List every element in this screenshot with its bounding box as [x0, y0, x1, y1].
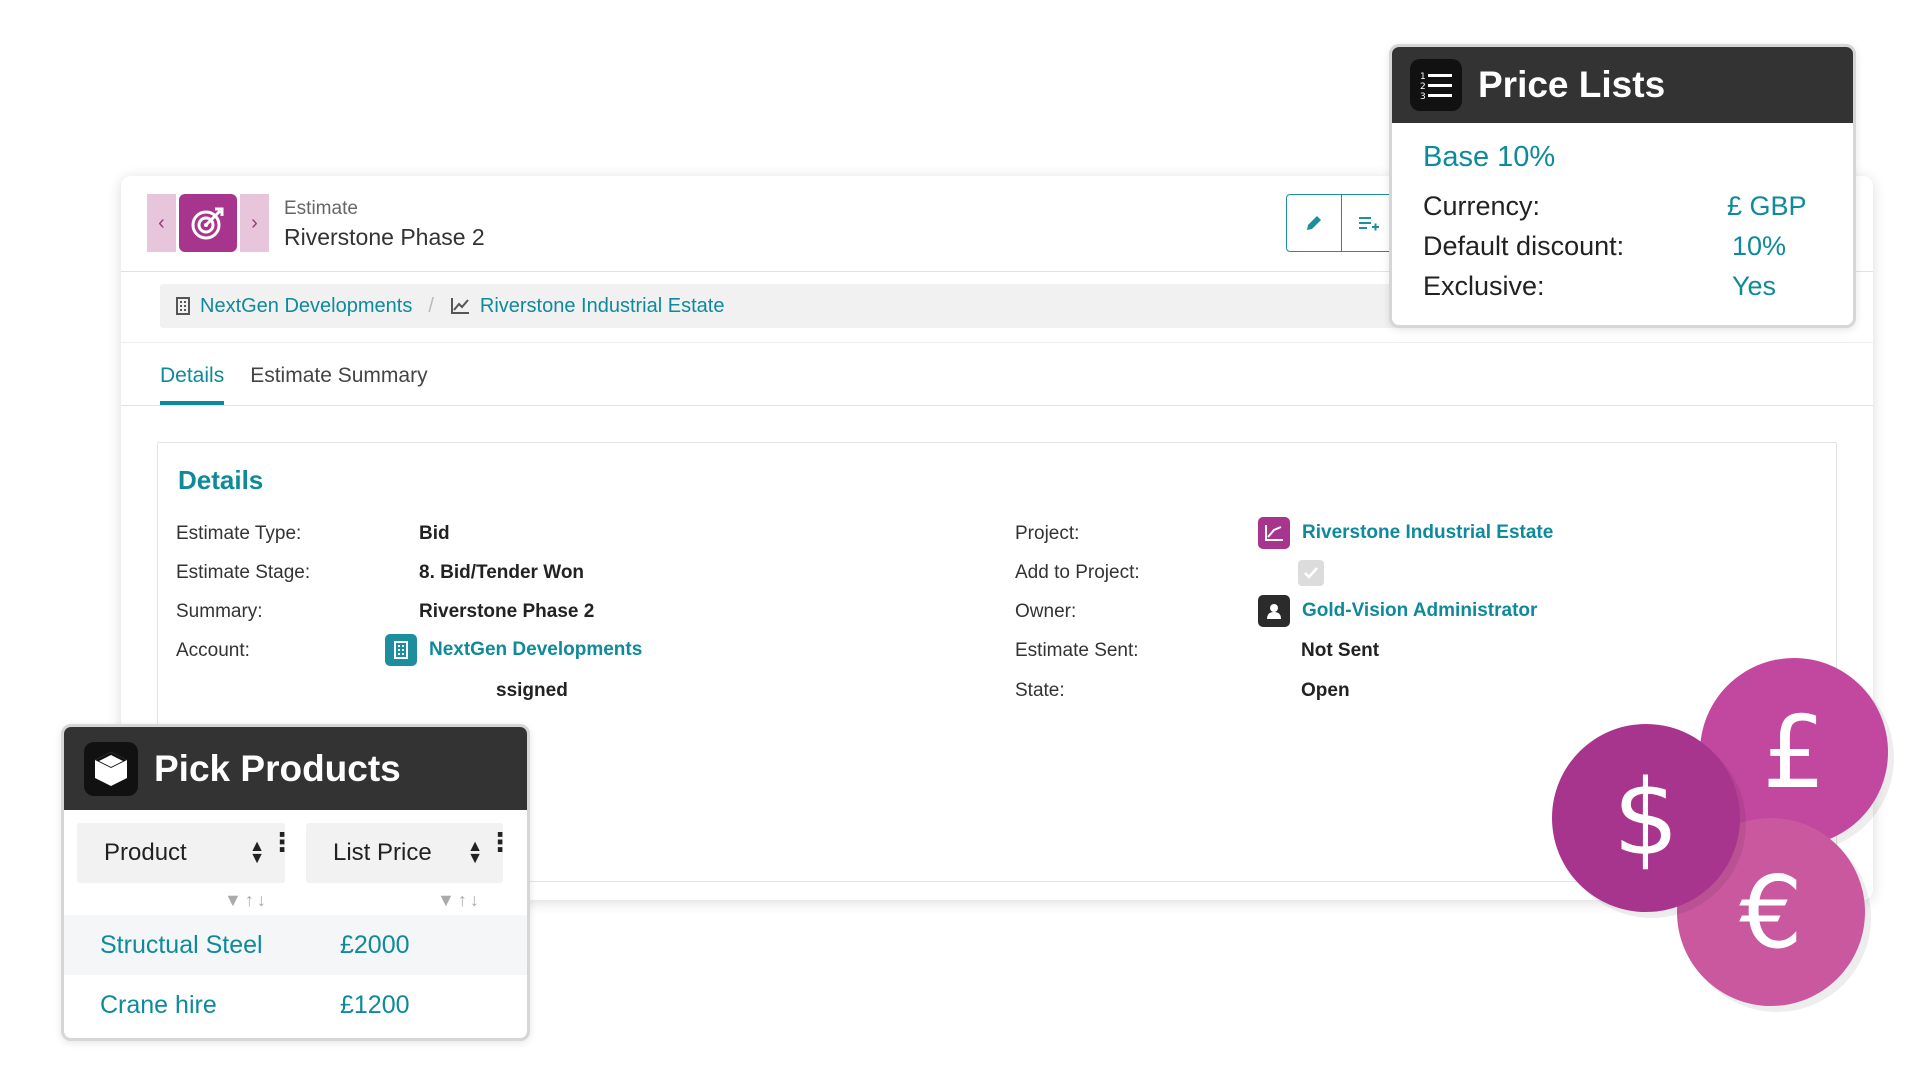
dollar-coin-icon: $	[1552, 724, 1740, 912]
account-link[interactable]: NextGen Developments	[385, 634, 642, 666]
cube-icon	[84, 741, 138, 796]
add-to-project-label: Add to Project:	[1015, 562, 1140, 583]
state-value: Open	[1301, 680, 1350, 701]
edit-button[interactable]	[1287, 195, 1341, 251]
record-title: Riverstone Phase 2	[284, 224, 485, 250]
owner-link-label: Gold-Vision Administrator	[1302, 600, 1538, 621]
sort-asc-icon[interactable]: ↑	[458, 890, 470, 910]
account-label: Account:	[176, 640, 250, 661]
sort-desc-icon[interactable]: ↓	[470, 890, 482, 910]
user-icon	[1258, 595, 1290, 627]
estimate-sent-value: Not Sent	[1301, 640, 1380, 661]
divider	[121, 342, 1873, 343]
pick-products-card: Pick Products Product ▲ ▼ ⋮ List Price ▲ ▼…	[61, 724, 530, 1041]
filter-icon[interactable]: ▼	[224, 890, 245, 910]
assigned-value: ssigned	[496, 680, 568, 701]
breadcrumb: NextGen Developments / Riverstone Indust…	[160, 284, 1460, 328]
breadcrumb-account[interactable]: NextGen Developments	[176, 295, 412, 318]
project-link-label: Riverstone Industrial Estate	[1302, 522, 1554, 543]
column-product-label: Product	[104, 839, 187, 866]
table-row[interactable]: Structual Steel £2000	[64, 915, 527, 975]
building-icon	[385, 634, 417, 666]
record-type: Estimate	[284, 198, 358, 219]
state-label: State:	[1015, 680, 1065, 701]
estimate-target-icon	[179, 194, 237, 252]
filter-icon[interactable]: ▼	[437, 890, 458, 910]
product-name[interactable]: Structual Steel	[100, 931, 263, 960]
numbered-list-icon: 1 2 3	[1410, 59, 1462, 111]
price-filter-controls[interactable]: ▼↑↓	[437, 890, 482, 911]
estimate-type-label: Estimate Type:	[176, 523, 302, 544]
column-menu-icon[interactable]: ⋮	[269, 829, 295, 855]
project-link[interactable]: Riverstone Industrial Estate	[1258, 517, 1553, 549]
product-filter-controls[interactable]: ▼↑↓	[224, 890, 269, 911]
breadcrumb-separator: /	[428, 294, 434, 317]
chevron-right-icon: ›	[251, 211, 258, 234]
price-lists-body: Base 10% Currency: £ GBP Default discoun…	[1392, 123, 1853, 325]
price-lists-card: 1 2 3 Price Lists Base 10% Currency: £ G…	[1389, 44, 1856, 328]
owner-label: Owner:	[1015, 601, 1077, 622]
currency-value: £ GBP	[1727, 191, 1807, 221]
sort-icon[interactable]: ▲ ▼	[249, 839, 265, 867]
price-lists-header: 1 2 3 Price Lists	[1392, 47, 1853, 123]
pencil-icon	[1307, 216, 1321, 230]
price-list-name[interactable]: Base 10%	[1423, 141, 1555, 174]
tab-estimate-summary[interactable]: Estimate Summary	[250, 356, 427, 406]
table-row[interactable]: Crane hire £1200	[64, 975, 527, 1035]
breadcrumb-account-label: NextGen Developments	[200, 294, 413, 317]
tab-details[interactable]: Details	[160, 356, 225, 406]
sort-desc-icon[interactable]: ↓	[257, 890, 269, 910]
exclusive-label: Exclusive:	[1423, 271, 1545, 301]
estimate-sent-label: Estimate Sent:	[1015, 640, 1139, 661]
svg-text:2: 2	[1420, 82, 1426, 92]
sort-asc-icon[interactable]: ↑	[245, 890, 257, 910]
column-header-list-price[interactable]: List Price ▲ ▼ ⋮	[306, 823, 513, 883]
estimate-stage-value: 8. Bid/Tender Won	[419, 562, 585, 583]
summary-label: Summary:	[176, 601, 263, 622]
sort-icon[interactable]: ▲ ▼	[467, 839, 483, 867]
details-heading: Details	[178, 465, 264, 495]
list-add-icon	[1358, 217, 1379, 231]
default-discount-label: Default discount:	[1423, 231, 1625, 261]
summary-value: Riverstone Phase 2	[419, 601, 595, 622]
pick-products-header: Pick Products	[64, 727, 527, 810]
building-icon	[176, 297, 190, 315]
add-to-project-checkbox[interactable]	[1298, 560, 1324, 586]
tab-bar: Details Estimate Summary	[160, 356, 428, 406]
owner-link[interactable]: Gold-Vision Administrator	[1258, 595, 1537, 627]
column-list-price-label: List Price	[333, 839, 432, 866]
estimate-type-value: Bid	[419, 523, 450, 544]
header-actions	[1286, 194, 1406, 252]
pick-products-title: Pick Products	[154, 747, 401, 789]
add-to-list-button[interactable]	[1341, 195, 1395, 251]
product-price: £1200	[340, 990, 410, 1019]
svg-text:1: 1	[1420, 72, 1426, 82]
exclusive-value: Yes	[1732, 271, 1777, 301]
line-chart-icon	[1258, 517, 1290, 549]
project-label: Project:	[1015, 523, 1080, 544]
column-header-product[interactable]: Product ▲ ▼ ⋮	[77, 823, 295, 883]
account-link-label: NextGen Developments	[429, 639, 643, 660]
column-menu-icon[interactable]: ⋮	[487, 829, 513, 855]
previous-record-button[interactable]: ‹	[147, 194, 176, 252]
default-discount-value: 10%	[1732, 231, 1787, 261]
estimate-stage-label: Estimate Stage:	[176, 562, 311, 583]
breadcrumb-project[interactable]: Riverstone Industrial Estate	[450, 294, 725, 318]
next-record-button[interactable]: ›	[240, 194, 269, 252]
product-name[interactable]: Crane hire	[100, 991, 217, 1020]
divider	[121, 405, 1873, 406]
product-price: £2000	[340, 930, 410, 959]
svg-text:3: 3	[1420, 92, 1426, 100]
chevron-left-icon: ‹	[158, 211, 165, 234]
currency-label: Currency:	[1423, 191, 1541, 221]
line-chart-icon	[450, 298, 469, 314]
price-lists-title: Price Lists	[1478, 64, 1666, 105]
checkmark-icon	[1298, 560, 1324, 586]
breadcrumb-project-label: Riverstone Industrial Estate	[479, 294, 725, 317]
